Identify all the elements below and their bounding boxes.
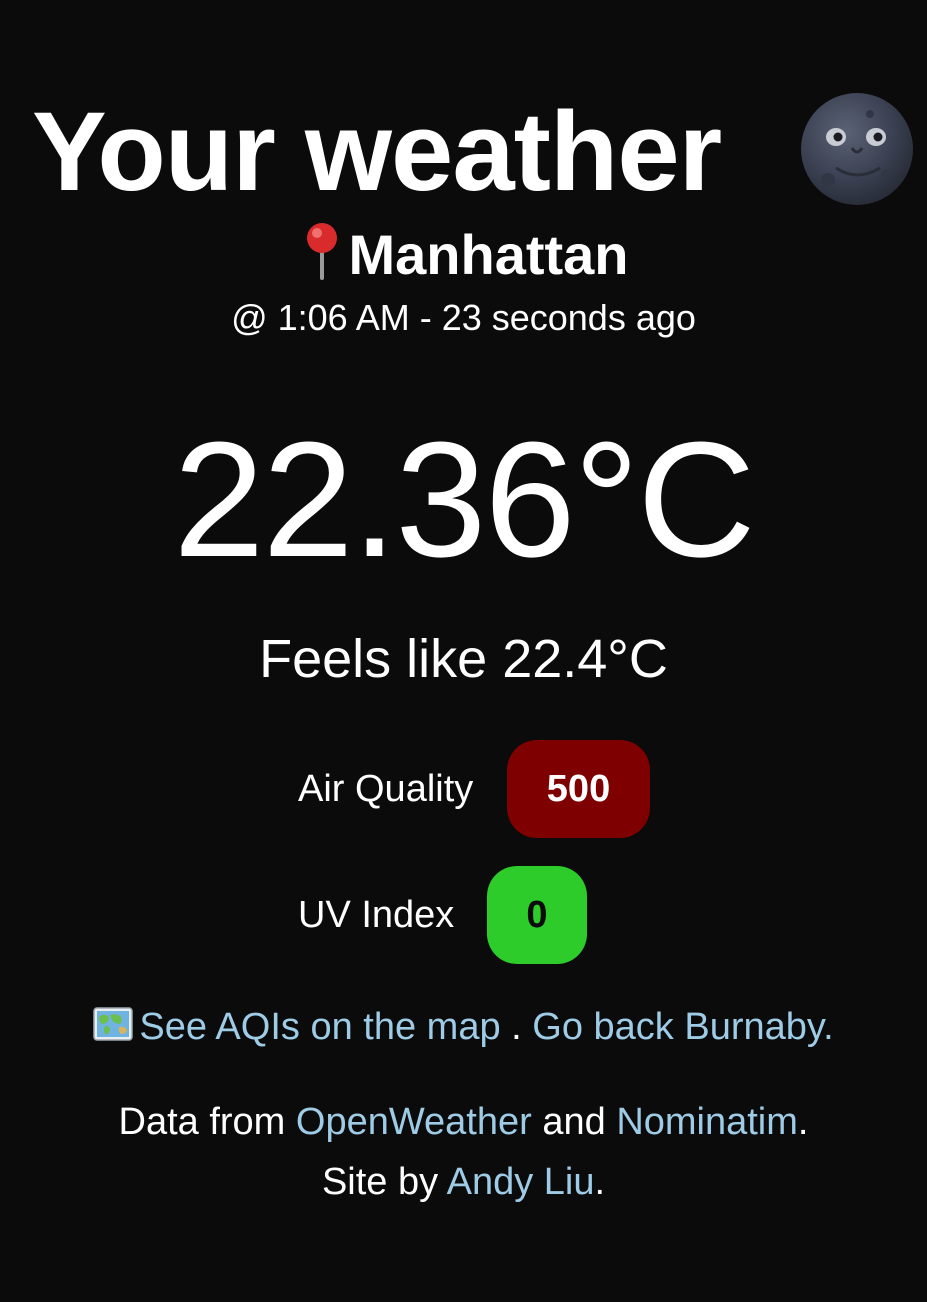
author-link[interactable]: Andy Liu xyxy=(447,1161,595,1203)
site-author-line: Site by Andy Liu. xyxy=(0,1152,927,1212)
updated-timestamp: @ 1:06 AM - 23 seconds ago xyxy=(231,297,696,338)
uv-index-row: UV Index 0 xyxy=(0,866,927,964)
period-text: . xyxy=(797,1101,809,1143)
location-name: Manhattan xyxy=(348,223,629,286)
air-quality-label: Air Quality xyxy=(298,768,474,810)
weather-page: Your weather Manhattan @ 1:06 AM - 23 se… xyxy=(0,0,927,1302)
go-back-link[interactable]: Go back Burnaby. xyxy=(532,1006,833,1048)
openweather-link[interactable]: OpenWeather xyxy=(296,1101,532,1143)
links-row: See AQIs on the map . Go back Burnaby. xyxy=(0,1000,927,1054)
see-aqi-map-link[interactable]: See AQIs on the map xyxy=(139,1006,500,1048)
uv-index-label: UV Index xyxy=(298,894,455,936)
nominatim-link[interactable]: Nominatim xyxy=(616,1101,798,1143)
data-sources-line: Data from OpenWeather and Nominatim. xyxy=(0,1092,927,1152)
air-quality-row: Air Quality 500 xyxy=(0,740,927,838)
current-temperature: 22.36°C xyxy=(173,408,755,591)
data-from-text: Data from xyxy=(118,1101,286,1143)
round-pushpin-icon xyxy=(306,223,337,280)
feels-like-temperature: Feels like 22.4°C xyxy=(259,629,668,689)
links-separator: . xyxy=(511,1006,522,1048)
site-by-text: Site by xyxy=(321,1161,439,1203)
air-quality-badge: 500 xyxy=(507,740,650,838)
period-text: . xyxy=(594,1161,606,1203)
title-row: Your weather xyxy=(0,92,927,212)
page-title: Your weather xyxy=(32,89,722,214)
location-row: Manhattan xyxy=(0,222,927,287)
new-moon-face-icon xyxy=(801,93,913,205)
and-text: and xyxy=(542,1101,606,1143)
footer-credits: Data from OpenWeather and Nominatim. Sit… xyxy=(0,1092,927,1212)
world-map-icon xyxy=(93,1007,134,1041)
uv-index-badge: 0 xyxy=(487,866,587,964)
